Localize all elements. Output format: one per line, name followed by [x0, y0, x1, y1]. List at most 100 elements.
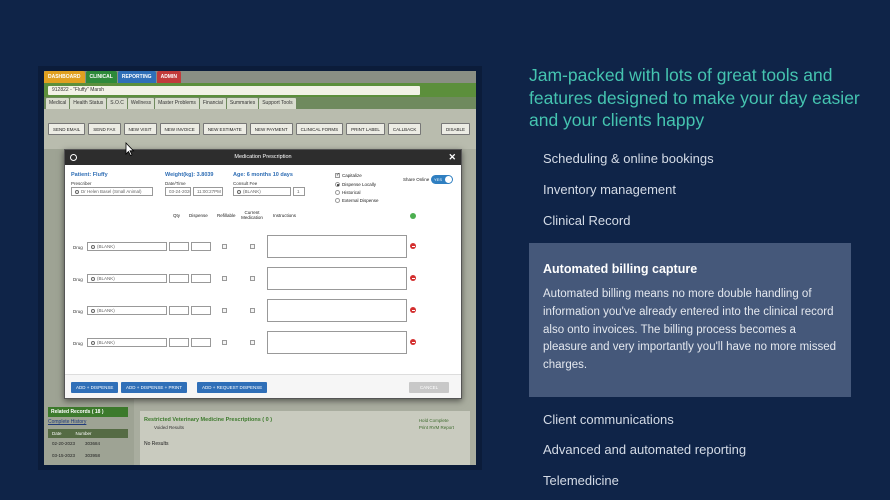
drug-placeholder: (BLANK): [97, 276, 115, 281]
top-nav: DASHBOARD CLINICAL REPORTING ADMIN: [44, 71, 181, 83]
tab-master-problems[interactable]: Master Problems: [155, 98, 199, 109]
feature-card-active[interactable]: Automated billing capture Automated bill…: [529, 243, 851, 397]
tab-medical[interactable]: Medical: [46, 98, 70, 109]
share-online-toggle[interactable]: YES: [431, 175, 453, 184]
instructions-textarea[interactable]: [267, 331, 407, 354]
feature-inventory[interactable]: Inventory management: [543, 182, 676, 197]
tab-summaries[interactable]: Summaries: [226, 98, 259, 109]
new-payment-button[interactable]: NEW PAYMENT: [249, 123, 293, 135]
feature-scheduling[interactable]: Scheduling & online bookings: [543, 151, 714, 166]
capitalize-checkbox[interactable]: [335, 172, 340, 178]
dispense-field[interactable]: [191, 306, 211, 315]
row-date: 03-15-2023: [52, 453, 76, 458]
drug-label: Drug: [73, 341, 83, 346]
historical-radio[interactable]: [335, 190, 340, 195]
qty-field[interactable]: [169, 306, 189, 315]
tab-soc[interactable]: S.O.C: [107, 98, 127, 109]
instructions-textarea[interactable]: [267, 267, 407, 290]
drug-field[interactable]: (BLANK): [87, 242, 167, 251]
disable-button[interactable]: DISABLE: [440, 123, 470, 135]
clinical-forms-button[interactable]: CLINICAL FORMS: [295, 123, 344, 135]
drug-placeholder: (BLANK): [97, 308, 115, 313]
time-field[interactable]: 11:00:27PM: [193, 187, 223, 196]
table-row[interactable]: 03-15-2023 303958: [48, 451, 128, 461]
hold-complete-link[interactable]: Hold Complete: [419, 417, 454, 424]
external-dispense-radio[interactable]: [335, 198, 340, 203]
voided-results-label[interactable]: Voided Results: [154, 425, 184, 430]
refillable-checkbox[interactable]: [222, 308, 227, 313]
feature-telemedicine[interactable]: Telemedicine: [543, 473, 619, 488]
current-medication-checkbox[interactable]: [250, 244, 255, 249]
history-icon[interactable]: [70, 154, 77, 161]
send-email-button[interactable]: SEND EMAIL: [48, 123, 86, 135]
qty-field[interactable]: [169, 274, 189, 283]
add-request-dispense-button[interactable]: ADD + REQUEST DISPENSE: [197, 382, 268, 393]
dispense-field[interactable]: [191, 242, 211, 251]
add-row-icon[interactable]: [410, 213, 416, 219]
search-icon: [91, 308, 95, 313]
print-rvm-report-link[interactable]: Print RVM Report: [419, 424, 454, 431]
col-dispense: Dispense: [189, 213, 208, 218]
tab-admin[interactable]: ADMIN: [156, 71, 181, 83]
col-current-medication: Current Medication: [241, 210, 263, 220]
app-window: DASHBOARD CLINICAL REPORTING ADMIN 91282…: [44, 71, 476, 465]
prescriber-field[interactable]: Dr Helen Basel (Small Animal): [71, 187, 153, 196]
tab-support-tools[interactable]: Support Tools: [259, 98, 296, 109]
current-medication-checkbox[interactable]: [250, 308, 255, 313]
drug-field[interactable]: (BLANK): [87, 338, 167, 347]
tab-reporting[interactable]: REPORTING: [117, 71, 156, 83]
drug-field[interactable]: (BLANK): [87, 274, 167, 283]
consult-qty-field[interactable]: 1: [293, 187, 305, 196]
refillable-checkbox[interactable]: [222, 340, 227, 345]
tab-dashboard[interactable]: DASHBOARD: [44, 71, 85, 83]
tab-health-status[interactable]: Health Status: [70, 98, 107, 109]
dispense-field[interactable]: [191, 274, 211, 283]
new-estimate-button[interactable]: NEW ESTIMATE: [202, 123, 247, 135]
instructions-textarea[interactable]: [267, 299, 407, 322]
callback-button[interactable]: CALLBACK: [387, 123, 422, 135]
print-label-button[interactable]: PRINT LABEL: [346, 123, 385, 135]
cancel-button[interactable]: CANCEL: [409, 382, 449, 393]
refillable-checkbox[interactable]: [222, 276, 227, 281]
current-medication-checkbox[interactable]: [250, 340, 255, 345]
col-instructions: Instructions: [273, 213, 297, 218]
qty-field[interactable]: [169, 338, 189, 347]
add-dispense-button[interactable]: ADD + DISPENSE: [71, 382, 119, 393]
remove-row-icon[interactable]: [410, 339, 416, 345]
feature-reporting[interactable]: Advanced and automated reporting: [543, 442, 746, 457]
instructions-textarea[interactable]: [267, 235, 407, 258]
complete-history-link[interactable]: Complete History: [48, 419, 86, 425]
feature-client-communications[interactable]: Client communications: [543, 412, 674, 427]
current-medication-checkbox[interactable]: [250, 276, 255, 281]
headline: Jam-packed with lots of great tools and …: [529, 65, 860, 130]
add-dispense-print-button[interactable]: ADD + DISPENSE + PRINT: [121, 382, 188, 393]
restricted-prescriptions-section: Restricted Veterinary Medicine Prescript…: [140, 411, 470, 465]
send-fax-button[interactable]: SEND FAX: [88, 123, 121, 135]
patient-chip[interactable]: 912822 - "Fluffy" Marsh: [48, 86, 420, 95]
new-invoice-button[interactable]: NEW INVOICE: [159, 123, 200, 135]
feature-clinical-record[interactable]: Clinical Record: [543, 213, 630, 228]
tab-clinical[interactable]: CLINICAL: [85, 71, 117, 83]
refillable-checkbox[interactable]: [222, 244, 227, 249]
remove-row-icon[interactable]: [410, 275, 416, 281]
dispense-locally-label: Dispense Locally: [342, 182, 377, 187]
remove-row-icon[interactable]: [410, 307, 416, 313]
search-icon: [91, 340, 95, 345]
qty-field[interactable]: [169, 242, 189, 251]
medication-prescription-modal: Medication Prescription ✕ Patient: Fluff…: [64, 149, 462, 399]
restricted-title[interactable]: Restricted Veterinary Medicine Prescript…: [144, 417, 272, 423]
dispense-locally-radio[interactable]: [335, 182, 340, 187]
consult-fee-field[interactable]: (BLANK): [233, 187, 291, 196]
new-visit-button[interactable]: NEW VISIT: [123, 123, 157, 135]
tab-wellness[interactable]: Wellness: [127, 98, 155, 109]
drug-label: Drug: [73, 309, 83, 314]
drug-field[interactable]: (BLANK): [87, 306, 167, 315]
close-icon[interactable]: ✕: [448, 150, 456, 165]
date-field[interactable]: 03-24-2020: [165, 187, 191, 196]
dispense-field[interactable]: [191, 338, 211, 347]
tab-financial[interactable]: Financial: [199, 98, 226, 109]
table-row[interactable]: 02-20-2023 303684: [48, 439, 128, 449]
modal-footer: ADD + DISPENSE ADD + DISPENSE + PRINT AD…: [65, 374, 461, 398]
remove-row-icon[interactable]: [410, 243, 416, 249]
row-number: 303958: [85, 453, 101, 458]
